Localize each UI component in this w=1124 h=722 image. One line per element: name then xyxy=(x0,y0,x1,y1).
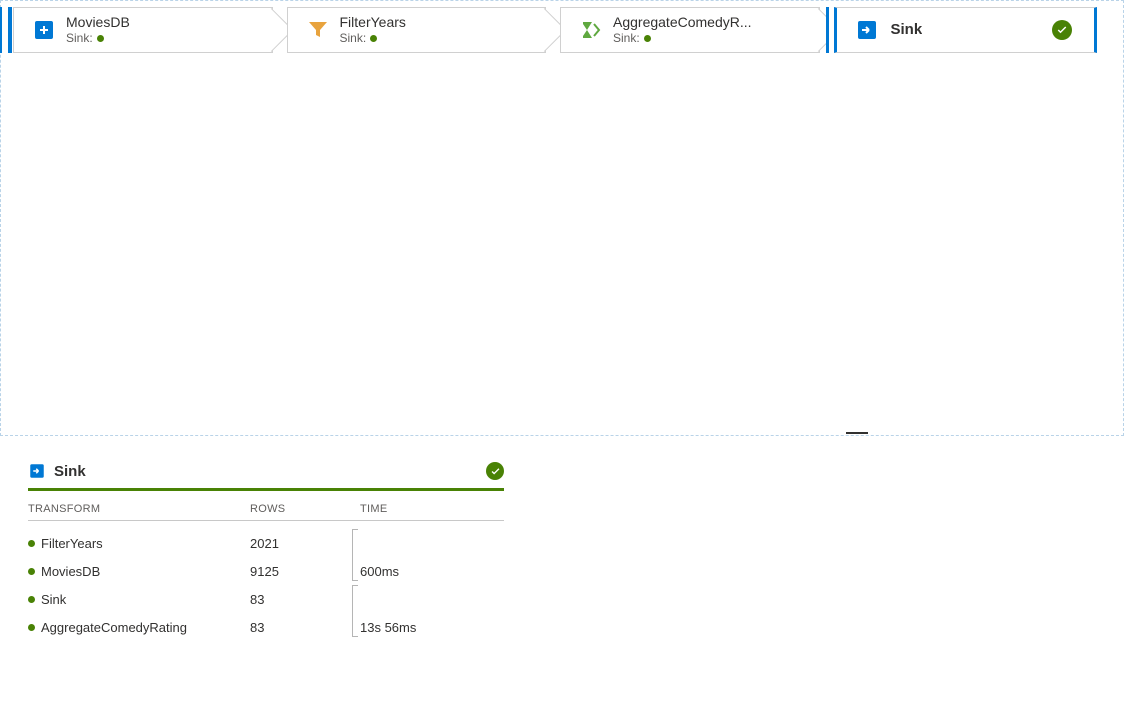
source-icon xyxy=(32,18,56,42)
panel-resize-handle[interactable] xyxy=(846,432,868,436)
status-dot-icon xyxy=(370,35,377,42)
flow-node-title: FilterYears xyxy=(340,14,406,31)
table-row: AggregateComedyRating xyxy=(28,613,250,641)
table-row: 83 xyxy=(250,585,360,613)
dataflow-node-row: MoviesDB Sink: FilterYears Sink: xyxy=(13,7,1111,53)
status-dot-icon xyxy=(28,540,35,547)
flow-node-title: AggregateComedyR... xyxy=(613,14,752,31)
table-row: 83 xyxy=(250,613,360,641)
filter-icon xyxy=(306,18,330,42)
flow-node-subtitle: Sink: xyxy=(66,31,130,45)
col-transform: TRANSFORM FilterYears MoviesDB Sink Aggr… xyxy=(28,499,250,641)
sink-details-panel: Sink TRANSFORM FilterYears MoviesDB Sink… xyxy=(0,436,1124,651)
time-bracket-icon xyxy=(352,585,358,637)
flow-node-title: Sink xyxy=(891,21,923,39)
flow-node-moviesdb[interactable]: MoviesDB Sink: xyxy=(13,7,273,53)
aggregate-icon xyxy=(579,18,603,42)
flow-node-subtitle: Sink: xyxy=(613,31,752,45)
time-bracket-icon xyxy=(352,529,358,581)
status-dot-icon xyxy=(28,596,35,603)
flow-node-filteryears[interactable]: FilterYears Sink: xyxy=(287,7,547,53)
sink-icon xyxy=(855,18,879,42)
table-row: 9125 xyxy=(250,557,360,585)
flow-node-title: MoviesDB xyxy=(66,14,130,31)
col-head-transform: TRANSFORM xyxy=(28,499,250,521)
table-row: 13s 56ms xyxy=(360,613,504,641)
col-head-rows: ROWS xyxy=(250,499,360,521)
table-row: 600ms xyxy=(360,557,504,585)
details-table: TRANSFORM FilterYears MoviesDB Sink Aggr… xyxy=(28,499,504,641)
status-dot-icon xyxy=(644,35,651,42)
table-row xyxy=(360,529,504,557)
details-header: Sink xyxy=(28,462,504,491)
table-row xyxy=(360,585,504,613)
sink-icon xyxy=(28,462,46,480)
col-rows: ROWS 2021 9125 83 83 xyxy=(250,499,360,641)
table-row: Sink xyxy=(28,585,250,613)
success-check-icon xyxy=(486,462,504,480)
flow-node-sink[interactable]: Sink xyxy=(834,7,1098,53)
status-dot-icon xyxy=(28,624,35,631)
status-dot-icon xyxy=(97,35,104,42)
flow-node-aggregate[interactable]: AggregateComedyR... Sink: xyxy=(560,7,820,53)
status-dot-icon xyxy=(28,568,35,575)
details-title: Sink xyxy=(54,463,478,480)
dataflow-canvas[interactable]: MoviesDB Sink: FilterYears Sink: xyxy=(0,0,1124,436)
col-time: TIME 600ms 13s 56ms xyxy=(360,499,504,641)
success-check-icon xyxy=(1052,20,1072,40)
table-row: FilterYears xyxy=(28,529,250,557)
flow-node-subtitle: Sink: xyxy=(340,31,406,45)
col-head-time: TIME xyxy=(360,499,504,521)
table-row: 2021 xyxy=(250,529,360,557)
table-row: MoviesDB xyxy=(28,557,250,585)
